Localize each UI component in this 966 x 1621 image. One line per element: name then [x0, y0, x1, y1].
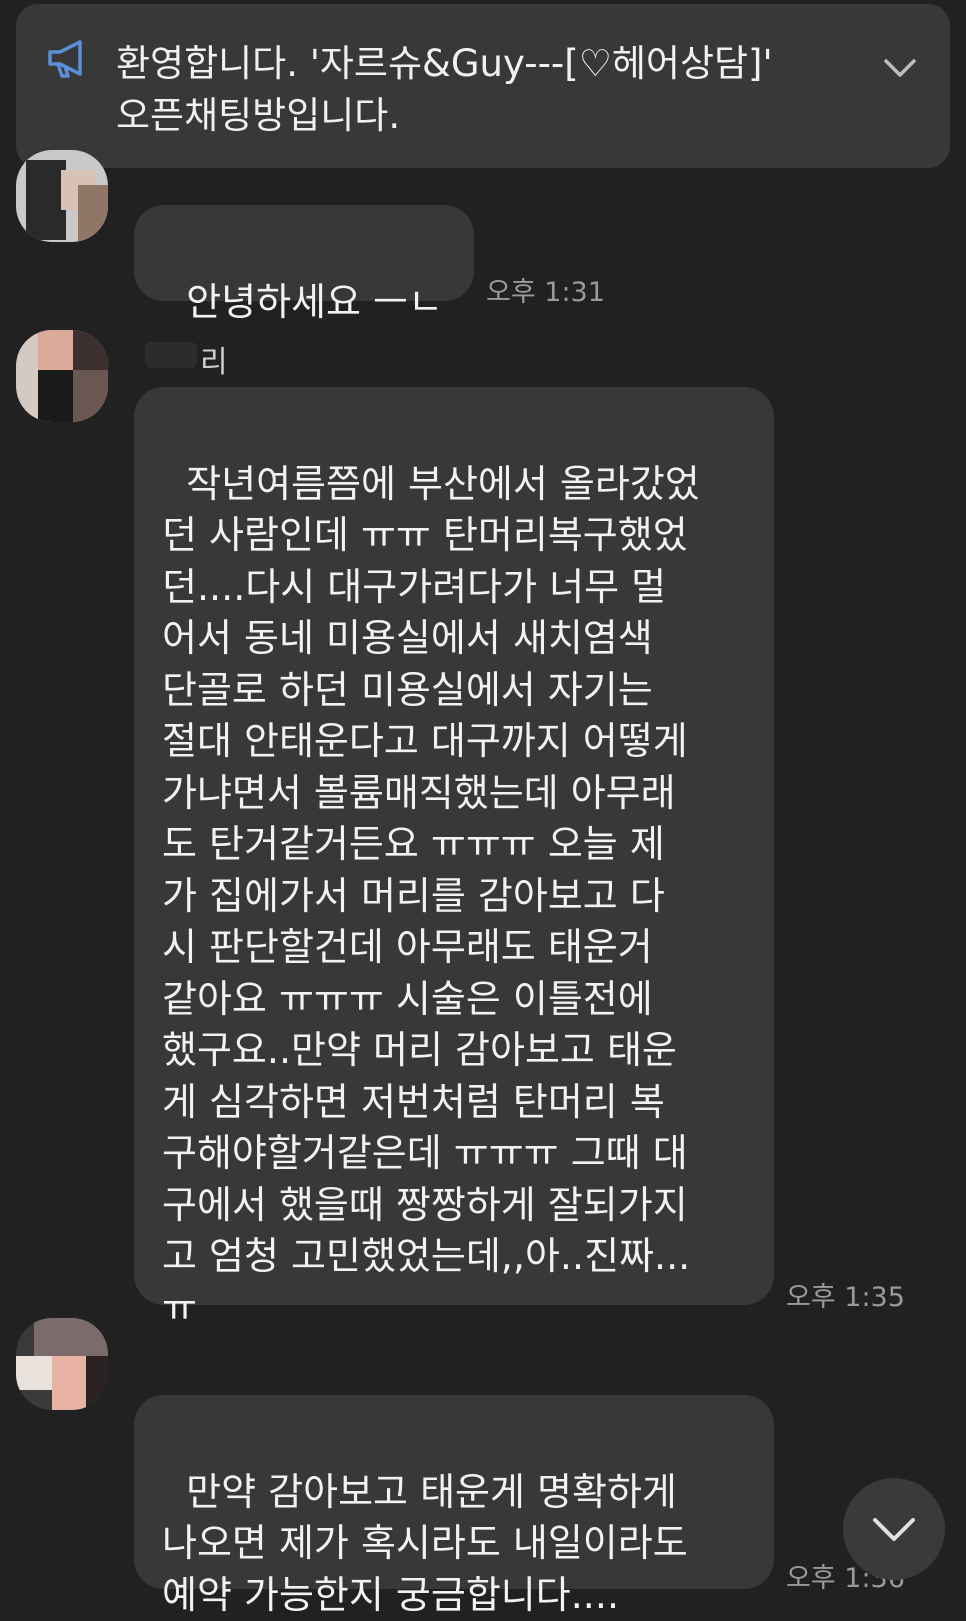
message-bubble[interactable]: 안녕하세요 ㅡㄴ: [134, 205, 474, 324]
message-bubble[interactable]: 작년여름쯤에 부산에서 올라갔었 던 사람인데 ㅠㅠ 탄머리복구했었 던....…: [134, 387, 774, 1330]
message-text: 만약 감아보고 태운게 명확하게 나오면 제가 혹시라도 내일이라도 예약 가능…: [162, 1469, 688, 1617]
message-text: 안녕하세요 ㅡㄴ: [186, 279, 443, 324]
scroll-to-bottom-button[interactable]: [843, 1478, 945, 1580]
chevron-down-icon[interactable]: [880, 48, 920, 88]
megaphone-icon: [48, 40, 82, 78]
chevron-down-icon: [873, 1518, 915, 1541]
sender-name: 리: [200, 345, 228, 380]
message-time: 오후 1:35: [786, 1282, 905, 1313]
avatar[interactable]: [16, 150, 108, 242]
notice-banner[interactable]: 환영합니다. '자르슈&Guy---[♡헤어상담]' 오픈채팅방입니다.: [16, 4, 950, 168]
sender-name-blur: [145, 342, 197, 368]
avatar[interactable]: [16, 330, 108, 422]
notice-text: 환영합니다. '자르슈&Guy---[♡헤어상담]' 오픈채팅방입니다.: [116, 42, 773, 137]
avatar[interactable]: [16, 1318, 108, 1410]
message-bubble[interactable]: 만약 감아보고 태운게 명확하게 나오면 제가 혹시라도 내일이라도 예약 가능…: [134, 1395, 774, 1617]
message-time: 오후 1:31: [486, 277, 605, 308]
message-text: 작년여름쯤에 부산에서 올라갔었 던 사람인데 ㅠㅠ 탄머리복구했었 던....…: [162, 461, 700, 1330]
